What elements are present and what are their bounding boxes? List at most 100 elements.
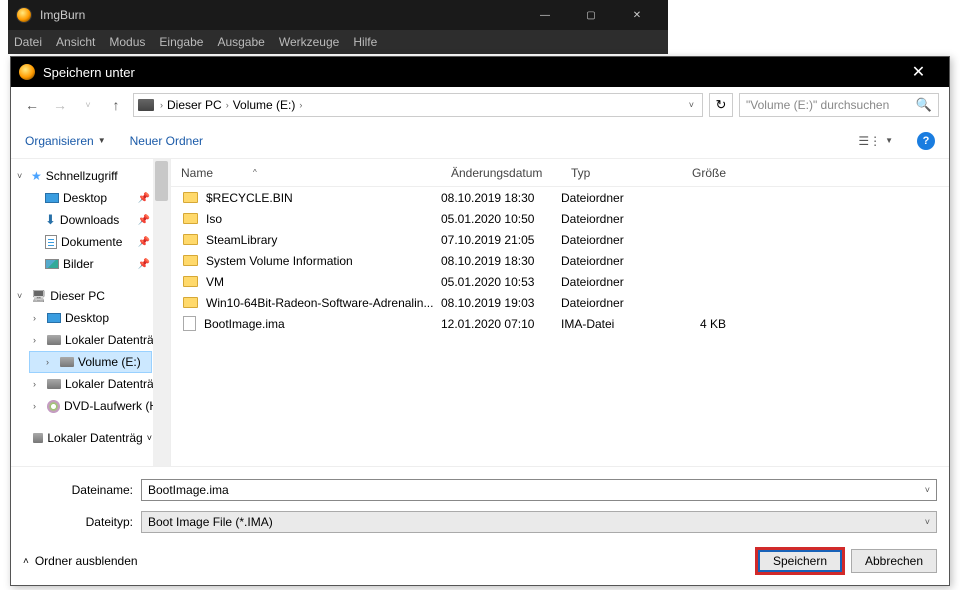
toolbar: Organisieren ▼ Neuer Ordner ☰⋮ ▼ ? bbox=[11, 123, 949, 159]
hide-folders-button[interactable]: ˄ Ordner ausblenden bbox=[23, 554, 138, 568]
parent-title: ImgBurn bbox=[40, 8, 85, 22]
pin-icon: 📌 bbox=[138, 215, 150, 226]
maximize-button[interactable]: ▢ bbox=[568, 0, 614, 30]
tree-this-pc[interactable]: ˅🖥Dieser PC bbox=[11, 285, 170, 307]
row-type: Dateiordner bbox=[561, 212, 676, 226]
col-name[interactable]: Name^ bbox=[171, 166, 441, 180]
row-type: Dateiordner bbox=[561, 233, 676, 247]
row-mod: 08.10.2019 18:30 bbox=[441, 254, 561, 268]
filetype-select[interactable]: Boot Image File (*.IMA) ˅ bbox=[141, 511, 937, 533]
filename-input[interactable]: BootImage.ima ˅ bbox=[141, 479, 937, 501]
parent-titlebar: ImgBurn — ▢ ✕ bbox=[8, 0, 668, 30]
folder-icon bbox=[183, 213, 198, 224]
recent-dropdown[interactable]: ˅ bbox=[77, 94, 99, 116]
up-button[interactable]: ↑ bbox=[105, 94, 127, 116]
row-type: Dateiordner bbox=[561, 275, 676, 289]
folder-row[interactable]: System Volume Information 08.10.2019 18:3… bbox=[171, 250, 949, 271]
parent-menubar: Datei Ansicht Modus Eingabe Ausgabe Werk… bbox=[8, 30, 668, 54]
tree-desktop-pc[interactable]: ›Desktop bbox=[11, 307, 170, 329]
row-mod: 05.01.2020 10:50 bbox=[441, 212, 561, 226]
row-type: Dateiordner bbox=[561, 191, 676, 205]
col-size[interactable]: Größe bbox=[676, 166, 756, 180]
col-mod[interactable]: Änderungsdatum bbox=[441, 166, 561, 180]
folder-row[interactable]: Win10-64Bit-Radeon-Software-Adrenalin...… bbox=[171, 292, 949, 313]
row-mod: 08.10.2019 19:03 bbox=[441, 296, 561, 310]
menu-ansicht[interactable]: Ansicht bbox=[56, 35, 95, 49]
crumb-pc[interactable]: Dieser PC bbox=[167, 98, 222, 112]
dialog-icon bbox=[19, 64, 35, 80]
folder-icon bbox=[183, 297, 198, 308]
refresh-button[interactable]: ↻ bbox=[709, 93, 733, 117]
chevron-down-icon[interactable]: ˅ bbox=[925, 485, 930, 495]
crumb-dropdown[interactable]: ˅ bbox=[685, 100, 698, 110]
new-folder-button[interactable]: Neuer Ordner bbox=[130, 134, 203, 148]
dialog-close-button[interactable]: ✕ bbox=[896, 57, 941, 87]
folder-icon bbox=[183, 192, 198, 203]
list-header: Name^ Änderungsdatum Typ Größe bbox=[171, 159, 949, 187]
help-button[interactable]: ? bbox=[917, 132, 935, 150]
chevron-right-icon: › bbox=[226, 100, 229, 110]
menu-hilfe[interactable]: Hilfe bbox=[353, 35, 377, 49]
menu-ausgabe[interactable]: Ausgabe bbox=[217, 35, 264, 49]
folder-row[interactable]: SteamLibrary07.10.2019 21:05Dateiordner bbox=[171, 229, 949, 250]
dialog-titlebar: Speichern unter ✕ bbox=[11, 57, 949, 87]
tree-desktop[interactable]: Desktop📌 bbox=[11, 187, 170, 209]
chevron-down-icon[interactable]: ˅ bbox=[925, 517, 930, 527]
folder-row[interactable]: $RECYCLE.BIN08.10.2019 18:30Dateiordner bbox=[171, 187, 949, 208]
tree-dvd[interactable]: ›DVD-Laufwerk (H bbox=[11, 395, 170, 417]
row-mod: 12.01.2020 07:10 bbox=[441, 317, 561, 331]
pin-icon: 📌 bbox=[138, 259, 150, 270]
row-name: Win10-64Bit-Radeon-Software-Adrenalin... bbox=[206, 296, 433, 310]
close-button[interactable]: ✕ bbox=[614, 0, 660, 30]
search-icon: 🔍 bbox=[916, 97, 932, 113]
row-name: System Volume Information bbox=[206, 254, 353, 268]
tree-local-2[interactable]: ›Lokaler Datenträ bbox=[11, 373, 170, 395]
tree-local-1[interactable]: ›Lokaler Datenträ bbox=[11, 329, 170, 351]
crumb-volume[interactable]: Volume (E:) bbox=[233, 98, 296, 112]
file-icon bbox=[183, 316, 196, 331]
row-type: Dateiordner bbox=[561, 254, 676, 268]
cancel-button[interactable]: Abbrechen bbox=[851, 549, 937, 573]
breadcrumb[interactable]: › Dieser PC › Volume (E:) › ˅ bbox=[133, 93, 703, 117]
folder-icon bbox=[183, 255, 198, 266]
minimize-button[interactable]: — bbox=[522, 0, 568, 30]
row-type: Dateiordner bbox=[561, 296, 676, 310]
row-size: 4 KB bbox=[676, 317, 756, 331]
chevron-down-icon: ▼ bbox=[98, 136, 106, 145]
tree-scrollbar[interactable] bbox=[153, 159, 170, 466]
tree-volume-e[interactable]: ›Volume (E:) bbox=[29, 351, 152, 373]
tree-pictures[interactable]: Bilder📌 bbox=[11, 253, 170, 275]
menu-modus[interactable]: Modus bbox=[109, 35, 145, 49]
tree-documents[interactable]: Dokumente📌 bbox=[11, 231, 170, 253]
organize-button[interactable]: Organisieren ▼ bbox=[25, 134, 106, 148]
forward-button[interactable]: → bbox=[49, 94, 71, 116]
save-button[interactable]: Speichern bbox=[757, 549, 843, 573]
dialog-title: Speichern unter bbox=[43, 65, 135, 80]
body: ˅★Schnellzugriff Desktop📌 ⬇Downloads📌 Do… bbox=[11, 159, 949, 466]
row-name: Iso bbox=[206, 212, 222, 226]
menu-werkzeuge[interactable]: Werkzeuge bbox=[279, 35, 339, 49]
menu-eingabe[interactable]: Eingabe bbox=[159, 35, 203, 49]
file-row[interactable]: BootImage.ima12.01.2020 07:10IMA-Datei4 … bbox=[171, 313, 949, 334]
chevron-right-icon: › bbox=[299, 100, 302, 110]
col-type[interactable]: Typ bbox=[561, 166, 676, 180]
tree-downloads[interactable]: ⬇Downloads📌 bbox=[11, 209, 170, 231]
pin-icon: 📌 bbox=[138, 193, 150, 204]
parent-window: ImgBurn — ▢ ✕ Datei Ansicht Modus Eingab… bbox=[8, 0, 668, 54]
save-dialog: Speichern unter ✕ ← → ˅ ↑ › Dieser PC › … bbox=[10, 56, 950, 586]
sort-asc-icon: ^ bbox=[253, 168, 257, 177]
search-placeholder: "Volume (E:)" durchsuchen bbox=[746, 98, 889, 112]
back-button[interactable]: ← bbox=[21, 94, 43, 116]
search-input[interactable]: "Volume (E:)" durchsuchen 🔍 bbox=[739, 93, 939, 117]
tree-quick-access[interactable]: ˅★Schnellzugriff bbox=[11, 165, 170, 187]
row-name: SteamLibrary bbox=[206, 233, 277, 247]
view-button[interactable]: ☰⋮ ▼ bbox=[858, 134, 893, 148]
folder-row[interactable]: VM05.01.2020 10:53Dateiordner bbox=[171, 271, 949, 292]
folder-icon bbox=[183, 234, 198, 245]
row-type: IMA-Datei bbox=[561, 317, 676, 331]
view-icon: ☰⋮ bbox=[858, 134, 881, 148]
drive-icon bbox=[138, 99, 154, 111]
tree-local-3[interactable]: Lokaler Datenträg˅ bbox=[11, 427, 170, 449]
folder-row[interactable]: Iso 05.01.2020 10:50Dateiordner bbox=[171, 208, 949, 229]
menu-datei[interactable]: Datei bbox=[14, 35, 42, 49]
